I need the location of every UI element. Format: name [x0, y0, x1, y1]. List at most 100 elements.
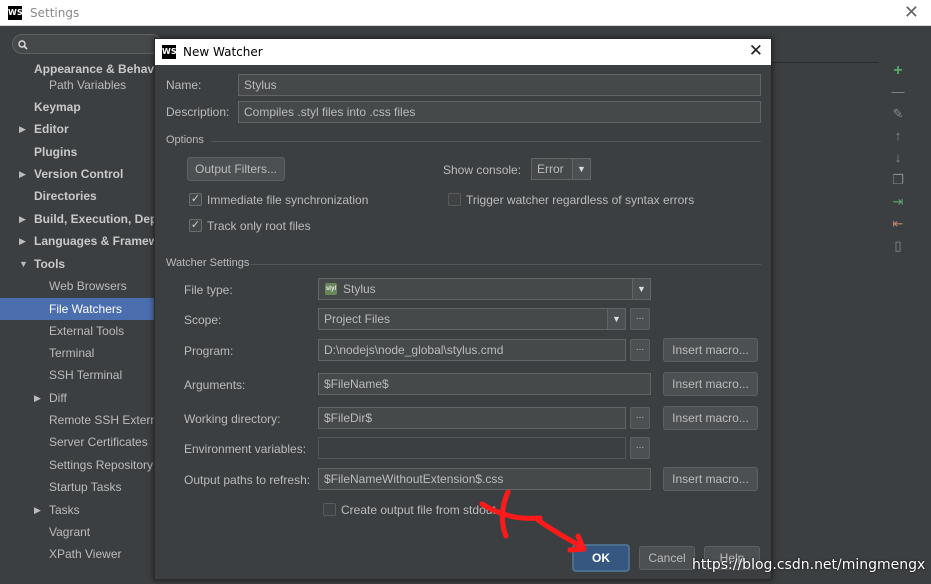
show-console-value: Error — [537, 162, 564, 176]
environment-variables-field[interactable] — [318, 437, 626, 459]
tree-item-tasks[interactable]: ▶ Tasks — [0, 499, 156, 521]
working-directory-field[interactable]: $FileDir$ — [318, 407, 626, 429]
stylus-file-icon: styl — [325, 283, 337, 295]
name-label: Name: — [166, 78, 202, 92]
file-type-label: File type: — [184, 283, 233, 297]
tree-item-plugins[interactable]: Plugins — [0, 141, 156, 163]
tree-item-file-watchers[interactable]: File Watchers — [0, 298, 156, 320]
tree-item-label: Web Browsers — [49, 279, 127, 293]
working-directory-browse-button[interactable]: ... — [630, 407, 650, 429]
tree-item-label: Editor — [34, 122, 69, 136]
chevron-down-icon: ▼ — [632, 279, 650, 299]
immediate-sync-label: Immediate file synchronization — [207, 193, 369, 207]
cancel-button[interactable]: Cancel — [639, 546, 695, 570]
tree-item-directories[interactable]: Directories — [0, 185, 156, 207]
watcher-list-divider — [770, 62, 878, 63]
tree-item-label: Directories — [34, 189, 97, 203]
chevron-down-icon[interactable]: ▼ — [19, 253, 28, 275]
chevron-right-icon[interactable]: ▶ — [19, 163, 26, 185]
tree-item-label: Version Control — [34, 167, 124, 181]
file-type-value: Stylus — [343, 282, 376, 296]
tree-item-xpath-viewer[interactable]: XPath Viewer — [0, 543, 156, 565]
arguments-insert-macro-button[interactable]: Insert macro... — [663, 372, 758, 396]
ok-button[interactable]: OK — [573, 545, 629, 571]
remove-icon[interactable]: — — [886, 84, 910, 104]
tree-item-build-execution-deployment[interactable]: ▶ Build, Execution, Deployment — [0, 208, 156, 230]
program-field[interactable]: D:\nodejs\node_global\stylus.cmd — [318, 339, 626, 361]
program-label: Program: — [184, 344, 234, 358]
export-icon[interactable]: ⇤ — [886, 216, 910, 236]
tree-item-web-browsers[interactable]: Web Browsers — [0, 275, 156, 297]
options-section-title: Options — [166, 134, 204, 146]
scope-browse-button[interactable]: ... — [630, 308, 650, 330]
move-up-icon[interactable]: ↑ — [886, 128, 910, 148]
tree-item-settings-repository[interactable]: Settings Repository — [0, 454, 156, 476]
tree-item-languages-frameworks[interactable]: ▶ Languages & Frameworks — [0, 230, 156, 252]
webstorm-logo: WS — [8, 6, 23, 20]
tree-item-label: Tools — [34, 257, 66, 271]
watcher-settings-divider — [250, 264, 761, 265]
name-field[interactable]: Stylus — [238, 74, 761, 96]
chevron-right-icon[interactable]: ▶ — [19, 208, 26, 230]
output-paths-field[interactable]: $FileNameWithoutExtension$.css — [318, 468, 651, 490]
program-browse-button[interactable]: ... — [630, 339, 650, 361]
webstorm-logo: WS — [162, 45, 177, 59]
move-down-icon[interactable]: ↓ — [886, 150, 910, 170]
output-paths-insert-macro-button[interactable]: Insert macro... — [663, 467, 758, 491]
program-insert-macro-button[interactable]: Insert macro... — [663, 338, 758, 362]
file-type-select[interactable]: styl Stylus ▼ — [318, 278, 651, 300]
tree-item-vagrant[interactable]: Vagrant — [0, 521, 156, 543]
description-label: Description: — [166, 105, 230, 119]
tree-item-tools[interactable]: ▼ Tools — [0, 253, 156, 275]
watermark-text: https://blog.csdn.net/mingmengx — [692, 557, 926, 573]
settings-close-icon[interactable]: ✕ — [904, 2, 919, 23]
scope-value: Project Files — [324, 312, 391, 326]
chevron-right-icon[interactable]: ▶ — [34, 499, 41, 521]
arguments-field[interactable]: $FileName$ — [318, 373, 651, 395]
tree-item-label: Vagrant — [49, 525, 91, 539]
show-console-label: Show console: — [443, 163, 522, 177]
scope-select[interactable]: Project Files ▼ — [318, 308, 626, 330]
output-filters-button[interactable]: Output Filters... — [187, 157, 285, 181]
dialog-close-icon[interactable]: ✕ — [749, 41, 763, 61]
tree-item-server-certificates[interactable]: Server Certificates — [0, 431, 156, 453]
tree-item-startup-tasks[interactable]: Startup Tasks — [0, 476, 156, 498]
add-icon[interactable]: + — [886, 62, 910, 82]
tree-item-diff[interactable]: ▶ Diff — [0, 387, 156, 409]
immediate-sync-checkbox[interactable]: ✓ — [189, 193, 202, 206]
tree-item-path-variables[interactable]: Path Variables — [0, 74, 156, 96]
working-directory-insert-macro-button[interactable]: Insert macro... — [663, 406, 758, 430]
copy-icon[interactable]: ❐ — [886, 172, 910, 192]
tree-item-keymap[interactable]: Keymap — [0, 96, 156, 118]
tree-item-terminal[interactable]: Terminal — [0, 342, 156, 364]
settings-search-input[interactable] — [12, 34, 162, 54]
trigger-watcher-label: Trigger watcher regardless of syntax err… — [466, 193, 695, 207]
create-output-checkbox[interactable] — [323, 503, 336, 516]
settings-title: Settings — [30, 6, 80, 20]
trash-icon[interactable]: ▯ — [886, 238, 910, 258]
chevron-right-icon[interactable]: ▶ — [34, 387, 41, 409]
track-root-label: Track only root files — [207, 219, 311, 233]
dialog-title: New Watcher — [183, 45, 263, 59]
tree-item-ssh-terminal[interactable]: SSH Terminal — [0, 364, 156, 386]
chevron-down-icon: ▼ — [572, 159, 590, 179]
tree-item-label: Terminal — [49, 346, 95, 360]
tree-item-version-control[interactable]: ▶ Version Control — [0, 163, 156, 185]
tree-item-external-tools[interactable]: External Tools — [0, 320, 156, 342]
tree-item-editor[interactable]: ▶ Editor — [0, 118, 156, 140]
environment-variables-browse-button[interactable]: ... — [630, 437, 650, 459]
scope-label: Scope: — [184, 313, 222, 327]
chevron-right-icon[interactable]: ▶ — [19, 118, 26, 140]
track-root-checkbox[interactable]: ✓ — [189, 219, 202, 232]
description-field[interactable]: Compiles .styl files into .css files — [238, 101, 761, 123]
trigger-watcher-checkbox[interactable] — [448, 193, 461, 206]
tree-item-label: SSH Terminal — [49, 368, 123, 382]
edit-icon[interactable]: ✎ — [886, 106, 910, 126]
search-icon — [18, 36, 28, 50]
watcher-settings-section-title: Watcher Settings — [166, 257, 250, 269]
import-icon[interactable]: ⇥ — [886, 194, 910, 214]
show-console-select[interactable]: Error ▼ — [531, 158, 591, 180]
tree-item-label: File Watchers — [49, 302, 122, 316]
chevron-right-icon[interactable]: ▶ — [19, 230, 26, 252]
tree-item-remote-ssh-external-tools[interactable]: Remote SSH External Tools — [0, 409, 156, 431]
